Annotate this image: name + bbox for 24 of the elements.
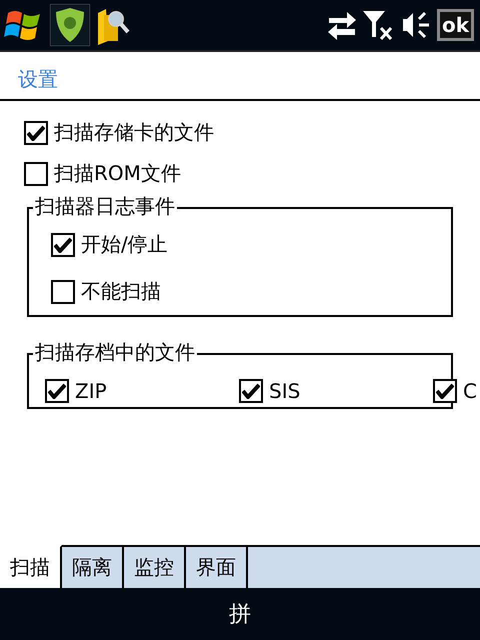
checkbox[interactable] bbox=[24, 120, 48, 144]
tab[interactable]: 扫描 bbox=[0, 545, 62, 588]
checkbox-label: 不能扫描 bbox=[81, 278, 161, 305]
signal-off-icon[interactable] bbox=[362, 9, 395, 41]
checkbox-label: ZIP bbox=[75, 379, 107, 403]
checkbox-label: C bbox=[463, 379, 477, 403]
group-title: 扫描存档中的文件 bbox=[33, 341, 197, 363]
checkbox-label: SIS bbox=[269, 379, 300, 403]
sync-arrows-icon[interactable] bbox=[326, 9, 357, 41]
checkbox-label: 开始/停止 bbox=[81, 231, 168, 258]
shield-icon[interactable] bbox=[50, 4, 90, 46]
speaker-icon[interactable] bbox=[400, 9, 431, 41]
ok-button[interactable]: ok bbox=[436, 9, 474, 41]
checkbox[interactable] bbox=[24, 162, 48, 186]
page-title: 设置 bbox=[0, 52, 480, 101]
checkbox[interactable] bbox=[51, 232, 75, 256]
checkbox[interactable] bbox=[45, 379, 69, 403]
checkbox[interactable] bbox=[239, 379, 263, 403]
checkbox-label: 扫描ROM文件 bbox=[54, 160, 181, 187]
group-title: 扫描器日志事件 bbox=[33, 195, 177, 217]
checkbox-label: 扫描存储卡的文件 bbox=[54, 119, 214, 146]
input-method-label[interactable]: 拼 bbox=[229, 599, 251, 629]
checkbox[interactable] bbox=[51, 280, 75, 304]
checkbox[interactable] bbox=[433, 379, 457, 403]
